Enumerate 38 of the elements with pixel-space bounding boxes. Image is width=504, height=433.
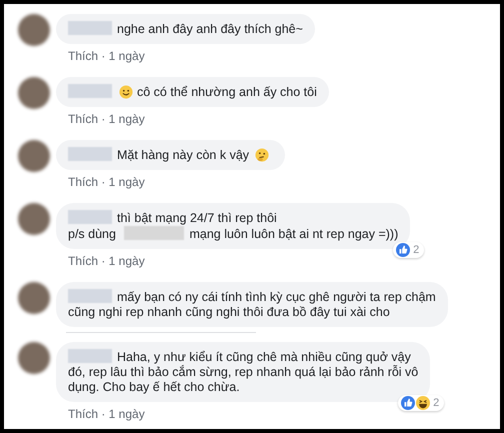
comment-actions: Thích · 1 ngày <box>67 49 146 63</box>
comment-text: thì bật mạng 24/7 thì rep thôi <box>117 211 277 225</box>
blurred-name <box>68 84 112 98</box>
thinking-face-icon <box>254 148 269 162</box>
blurred-name <box>124 226 184 240</box>
reaction-badge[interactable]: 2 <box>398 395 444 411</box>
laughing-reaction-icon <box>416 396 430 410</box>
reaction-count: 2 <box>412 244 420 256</box>
comment-text: mấy bạn có ny cái tính tình kỳ cục ghê người ta rep chậm <box>117 290 436 304</box>
blurred-name <box>68 210 112 224</box>
like-reaction-icon <box>401 396 416 410</box>
avatar <box>18 77 50 109</box>
comment-text: Mặt hàng này còn k vậy <box>117 148 250 162</box>
blurred-name <box>68 147 112 161</box>
blurred-name <box>68 349 112 363</box>
blurred-name <box>68 289 112 303</box>
smiley-icon <box>119 85 133 99</box>
comment-text: Haha, y như kiểu ít cũng chê mà nhiều cũng quở vậy <box>117 350 411 364</box>
comment-text: dụng. Cho bay ế hết cho chừa. <box>68 380 240 394</box>
comment-text: cũng nghi rep nhanh cũng nghi thôi đưa bồ đây tui xài cho <box>68 305 390 319</box>
comment-text: nghe anh đây anh đây thích ghê~ <box>117 22 303 36</box>
comment-text: p/s dùng <box>68 227 116 241</box>
avatar <box>18 140 50 172</box>
avatar <box>18 282 50 314</box>
comment-text: mạng luôn luôn bật ai nt rep ngay =))) <box>189 227 398 241</box>
reaction-badge[interactable]: 2 <box>393 242 424 258</box>
comment-text: đó, rep lâu thì bảo cắm sừng, rep nhanh quá lại bảo rảnh rỗi vô <box>68 365 418 379</box>
comment-text: cô có thể nhường anh ấy cho tôi <box>137 85 317 99</box>
comment-actions: Thích · 1 ngày <box>67 254 146 268</box>
reaction-count: 2 <box>432 397 440 409</box>
comment-actions: Thích · 1 ngày <box>67 407 146 421</box>
blurred-name <box>68 21 112 35</box>
comment-actions: Thích · 1 ngày <box>67 112 146 126</box>
comment-actions: Thích · 1 ngày <box>67 175 146 189</box>
avatar <box>18 342 50 374</box>
avatar <box>18 203 50 235</box>
like-reaction-icon <box>396 243 410 257</box>
avatar <box>18 14 50 46</box>
